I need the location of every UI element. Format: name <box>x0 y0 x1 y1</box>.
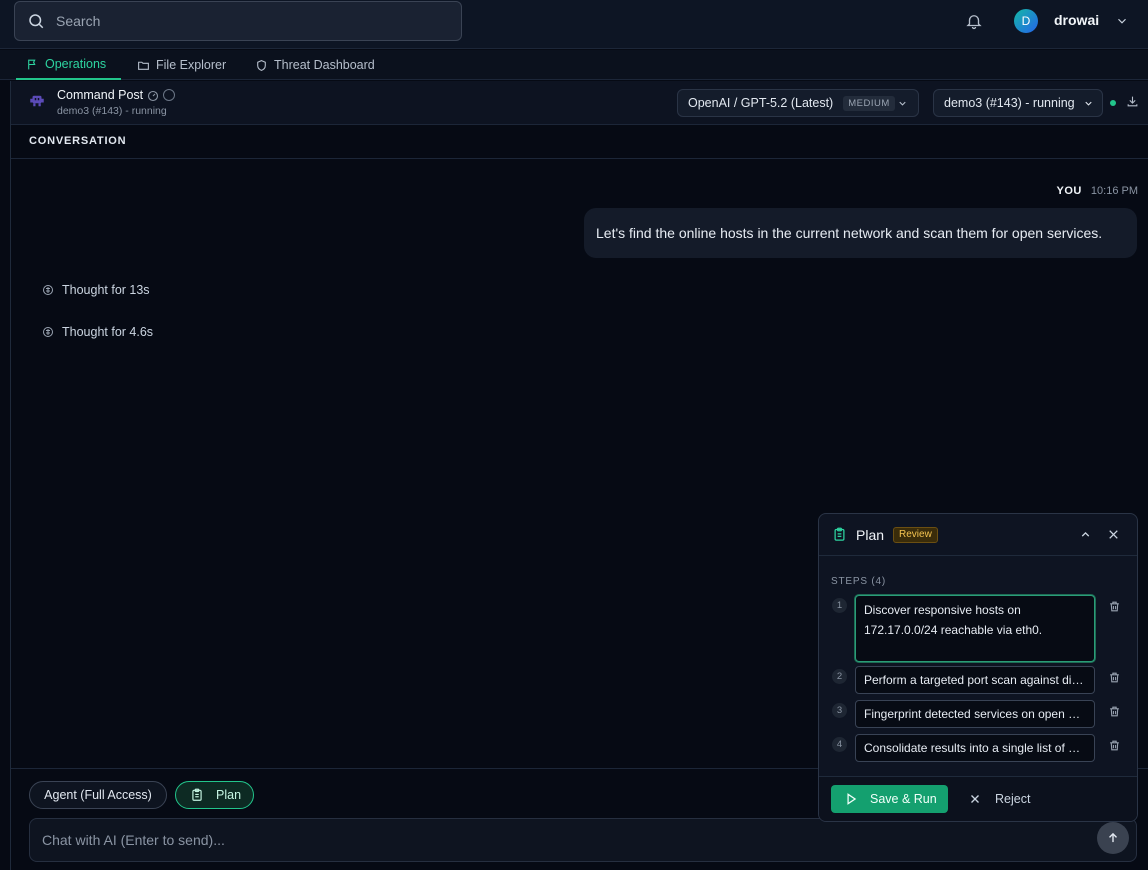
effort-badge: MEDIUM <box>843 95 895 111</box>
shield-icon <box>257 59 266 71</box>
step-input[interactable]: Consolidate results into a single list o… <box>855 734 1095 762</box>
steps-label: STEPS (4) <box>831 576 886 587</box>
plan-footer: Save & Run Reject <box>819 776 1137 821</box>
top-bar: D drowai <box>0 0 1148 49</box>
thought-label: Thought for 13s <box>62 283 150 297</box>
search-bar[interactable] <box>14 1 462 41</box>
trash-icon[interactable] <box>1108 671 1121 684</box>
thought-label: Thought for 4.6s <box>62 325 154 339</box>
step-input[interactable]: Fingerprint detected services on open po… <box>855 700 1095 728</box>
chat-input[interactable] <box>42 832 1136 848</box>
status-badge: Review <box>893 527 938 543</box>
status-circle-icon <box>163 89 175 101</box>
alien-icon <box>30 95 44 107</box>
tab-label: Threat Dashboard <box>274 58 375 72</box>
trash-icon[interactable] <box>1108 739 1121 752</box>
plan-mode-label: Plan <box>216 788 242 802</box>
session-select[interactable]: demo3 (#143) - running <box>933 89 1103 117</box>
chevron-down-icon[interactable] <box>1115 14 1129 28</box>
flag-icon <box>28 59 36 69</box>
search-input[interactable] <box>56 13 461 29</box>
reject-label: Reject <box>995 792 1031 806</box>
close-icon <box>971 795 979 803</box>
tab-file-explorer[interactable]: File Explorer <box>127 50 236 80</box>
user-message: Let's find the online hosts in the curre… <box>584 208 1137 258</box>
thought-toggle[interactable]: Thought for 4.6s <box>42 325 153 339</box>
step-number: 1 <box>832 598 847 613</box>
gauge-icon <box>147 90 159 102</box>
save-run-label: Save & Run <box>870 792 937 806</box>
folder-icon <box>138 61 149 70</box>
search-icon <box>29 14 44 29</box>
tab-threat-dashboard[interactable]: Threat Dashboard <box>245 50 385 80</box>
session-select-value: demo3 (#143) - running <box>944 96 1075 110</box>
save-run-button[interactable]: Save & Run <box>831 785 948 813</box>
plan-title: Plan <box>856 527 885 543</box>
status-dot <box>1110 100 1116 106</box>
page-title: Command Post <box>57 88 144 102</box>
command-post-header: Command Post demo3 (#143) - running Open… <box>11 81 1148 125</box>
agent-mode-button[interactable]: Agent (Full Access) <box>29 781 167 809</box>
thought-toggle[interactable]: Thought for 13s <box>42 283 150 297</box>
clipboard-icon <box>192 788 202 801</box>
chevron-down-icon <box>899 101 906 106</box>
close-icon[interactable] <box>1107 528 1120 541</box>
step-input[interactable]: Perform a targeted port scan against dis… <box>855 666 1095 694</box>
brain-icon <box>43 327 53 337</box>
message-time: 10:16 PM <box>1090 185 1138 197</box>
left-rail <box>10 81 11 870</box>
conversation-label: CONVERSATION <box>11 125 1148 159</box>
tab-label: Operations <box>45 57 107 71</box>
trash-icon[interactable] <box>1108 705 1121 718</box>
plan-header: Plan Review <box>819 514 1137 556</box>
trash-icon[interactable] <box>1108 600 1121 613</box>
tab-label: File Explorer <box>156 58 227 72</box>
chevron-up-icon[interactable] <box>1079 528 1092 541</box>
arrow-up-icon <box>1109 832 1117 843</box>
step-number: 3 <box>832 703 847 718</box>
chat-input-box[interactable] <box>29 818 1137 862</box>
message-meta: YOU 10:16 PM <box>1057 185 1139 197</box>
page-subtitle: demo3 (#143) - running <box>57 105 167 117</box>
step-number: 2 <box>832 669 847 684</box>
avatar[interactable]: D <box>1014 9 1038 33</box>
plan-mode-button[interactable]: Plan <box>175 781 254 809</box>
model-select[interactable]: OpenAI / GPT-5.2 (Latest) MEDIUM <box>677 89 919 117</box>
reject-button[interactable]: Reject <box>969 785 1030 813</box>
model-select-value: OpenAI / GPT-5.2 (Latest) <box>688 96 834 110</box>
download-icon[interactable] <box>1126 95 1139 108</box>
bell-icon[interactable] <box>965 12 983 30</box>
clipboard-icon <box>834 527 845 541</box>
chevron-down-icon <box>1085 101 1092 106</box>
username[interactable]: drowai <box>1054 12 1099 28</box>
brain-icon <box>43 285 53 295</box>
main-tabs: Operations File Explorer Threat Dashboar… <box>0 50 1148 80</box>
step-input[interactable]: Discover responsive hosts on 172.17.0.0/… <box>855 595 1095 662</box>
plan-panel: Plan Review STEPS (4) 1 Discover respons… <box>818 513 1138 822</box>
send-button[interactable] <box>1097 822 1129 854</box>
message-author: YOU <box>1056 185 1082 197</box>
play-icon <box>847 793 857 805</box>
tab-operations[interactable]: Operations <box>16 50 121 80</box>
step-number: 4 <box>832 737 847 752</box>
